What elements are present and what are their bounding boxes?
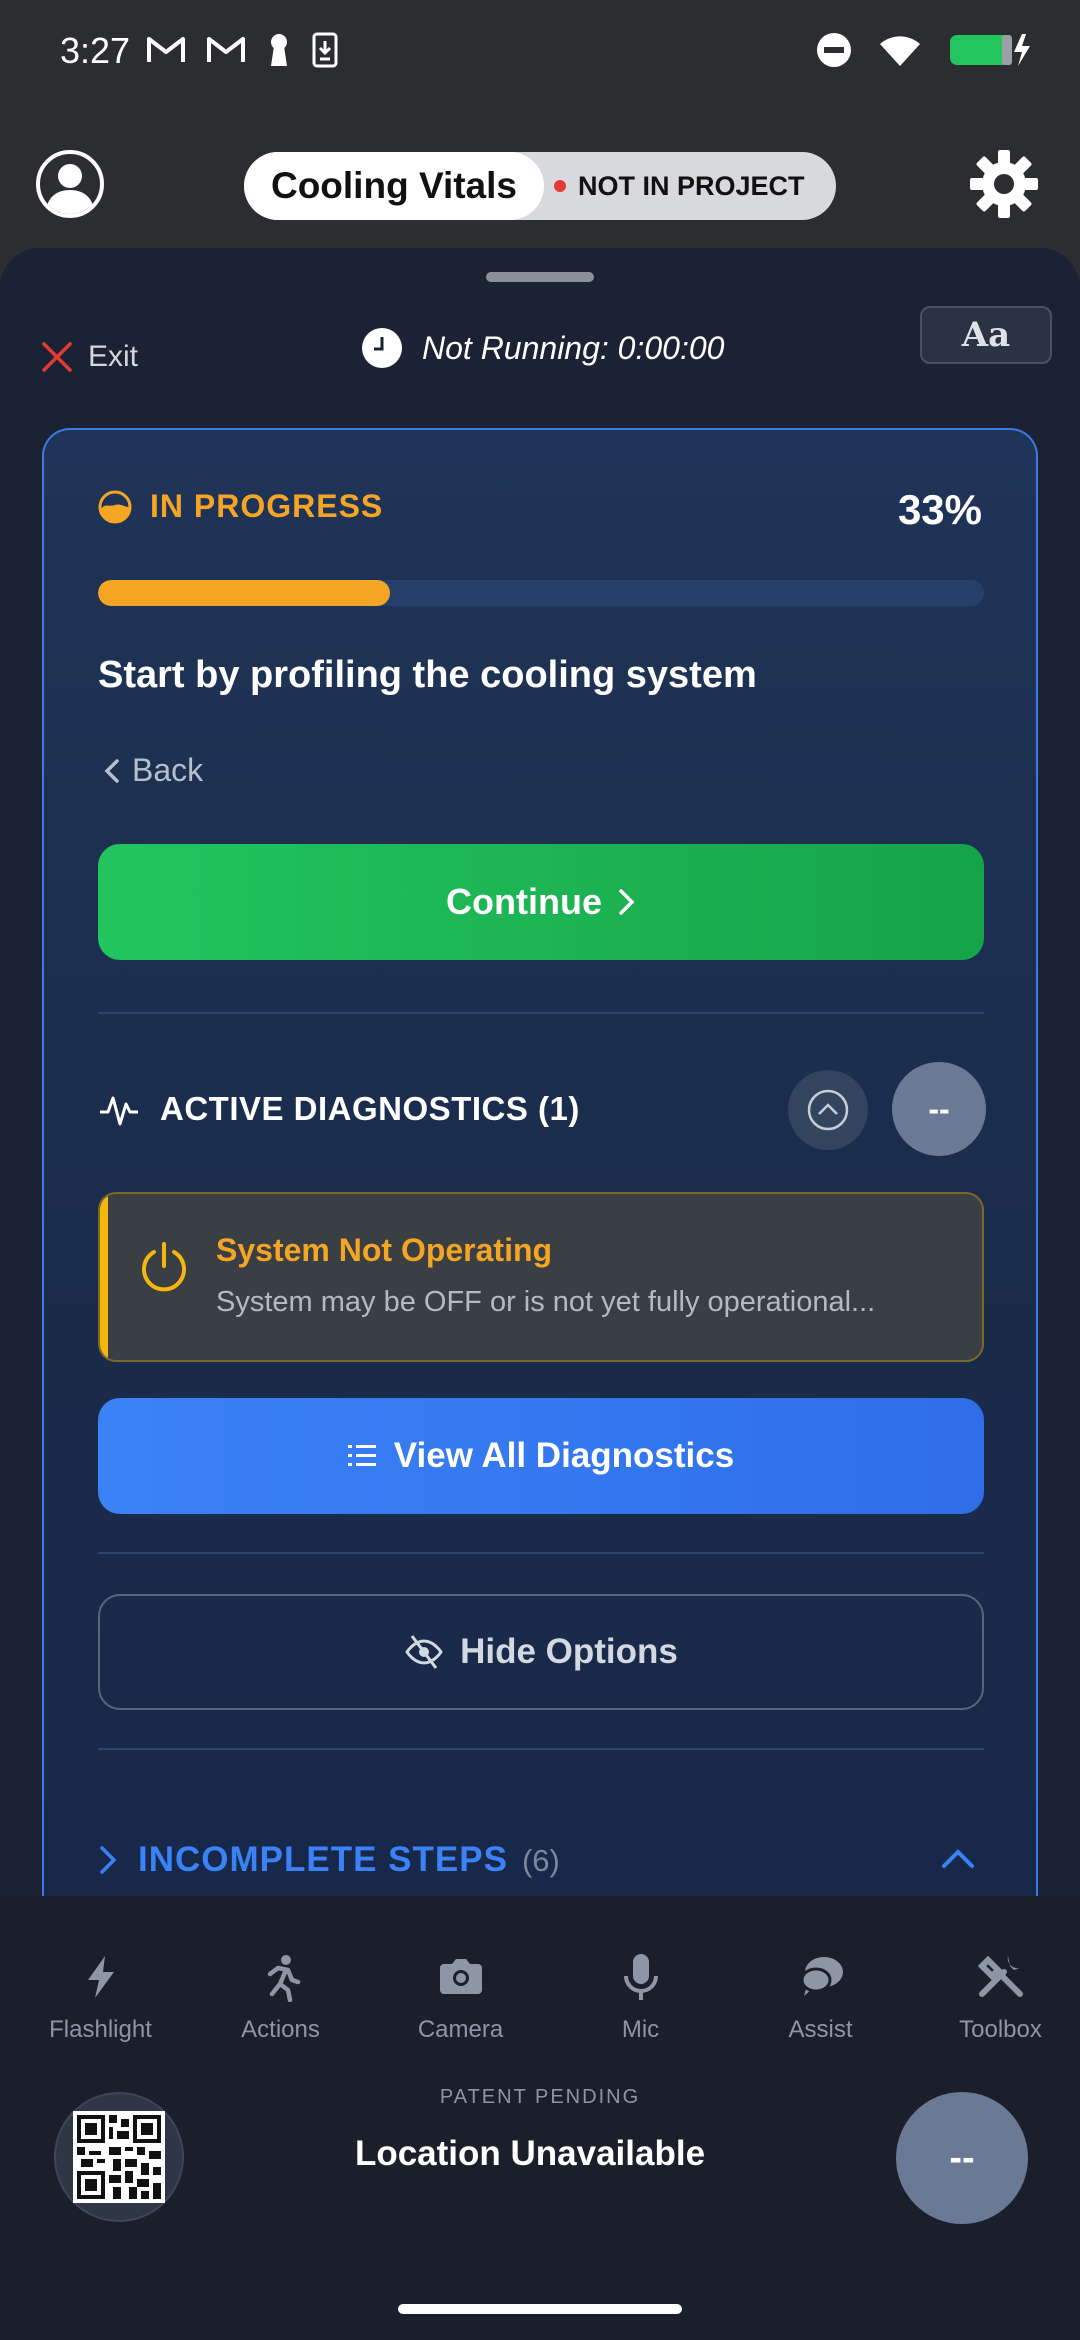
bottom-toolbar: Flashlight Actions Camera Mic Assist Too… — [0, 1896, 1080, 2340]
status-bar: 3:27 — [0, 0, 1080, 108]
camera-icon — [439, 1959, 482, 1994]
close-icon — [42, 342, 72, 372]
tab-camera[interactable]: Camera — [381, 1952, 540, 2044]
home-indicator[interactable] — [398, 2304, 682, 2314]
notification-icons — [146, 32, 338, 68]
project-status-label: NOT IN PROJECT — [578, 170, 805, 201]
view-all-label: View All Diagnostics — [393, 1436, 735, 1475]
timer-text: Not Running: 0:00:00 — [422, 329, 725, 366]
tab-flashlight[interactable]: Flashlight — [21, 1952, 180, 2044]
workflow-card: IN PROGRESS 33% Start by profiling the c… — [42, 428, 1038, 1928]
tab-label: Mic — [621, 2016, 660, 2043]
app-header: Cooling Vitals NOT IN PROJECT — [0, 108, 1080, 268]
tab-toolbox[interactable]: Toolbox — [921, 1952, 1080, 2044]
eye-off-icon — [405, 1635, 443, 1669]
incomplete-steps-row[interactable]: INCOMPLETE STEPS (6) — [98, 1830, 984, 1890]
view-all-diagnostics-button[interactable]: View All Diagnostics — [98, 1398, 984, 1514]
tab-assist[interactable]: Assist — [741, 1952, 900, 2044]
status-label: IN PROGRESS — [150, 488, 384, 524]
divider — [98, 1748, 984, 1750]
chevron-left-icon — [104, 758, 119, 783]
divider — [98, 1012, 984, 1014]
exit-button[interactable]: Exit — [40, 340, 138, 374]
wifi-icon — [880, 36, 920, 66]
progress-bar — [98, 580, 984, 606]
tab-label: Camera — [417, 2016, 504, 2043]
pulse-icon — [100, 1096, 138, 1126]
back-label: Back — [132, 752, 204, 788]
status-dot-icon — [554, 180, 566, 192]
chevron-up-icon[interactable] — [940, 1846, 976, 1870]
collapse-diagnostics-button[interactable] — [788, 1070, 868, 1150]
patent-text: PATENT PENDING — [439, 2086, 641, 2108]
flashlight-icon — [87, 1956, 114, 1998]
progress-gauge-icon — [98, 490, 132, 523]
divider — [98, 1552, 984, 1554]
system-icons — [816, 32, 1032, 68]
run-timer: Not Running: 0:00:00 — [362, 328, 724, 368]
alert-text: System may be OFF or is not yet fully op… — [216, 1286, 876, 1318]
running-person-icon — [267, 1955, 300, 2002]
sheet-grabber[interactable] — [486, 272, 594, 282]
progress-percent: 33% — [897, 486, 982, 533]
chat-bubble-icon — [800, 1957, 843, 1996]
font-size-button[interactable]: Aa — [920, 306, 1052, 364]
project-status[interactable]: NOT IN PROJECT — [554, 152, 805, 220]
diagnostics-badge[interactable]: -- — [892, 1062, 986, 1156]
alert-accent-bar — [100, 1194, 108, 1360]
diagnostic-alert[interactable]: System Not Operating System may be OFF o… — [98, 1192, 984, 1362]
status-time: 3:27 — [60, 30, 131, 71]
tools-icon — [977, 1955, 1023, 1997]
chevron-right-icon — [619, 889, 635, 915]
tab-label: Flashlight — [49, 2016, 152, 2043]
back-button[interactable]: Back — [102, 752, 203, 789]
progress-bar-fill — [98, 580, 391, 606]
keyhole-icon — [271, 34, 287, 66]
tab-label: Toolbox — [959, 2016, 1042, 2043]
tab-label: Assist — [788, 2016, 853, 2043]
incomplete-count: (6) — [521, 1843, 560, 1878]
diagnostics-label: ACTIVE DIAGNOSTICS (1) — [160, 1090, 580, 1127]
hide-options-label: Hide Options — [460, 1632, 678, 1671]
battery-charging-icon — [950, 34, 1030, 66]
phone-download-icon — [312, 32, 338, 68]
diagnostics-header: ACTIVE DIAGNOSTICS (1) -- — [98, 1062, 986, 1156]
incomplete-label-text: INCOMPLETE STEPS — [138, 1840, 508, 1879]
incomplete-steps-label: INCOMPLETE STEPS (6) — [138, 1840, 560, 1880]
profile-avatar[interactable] — [36, 150, 104, 218]
alert-title: System Not Operating — [216, 1232, 553, 1268]
tool-tabs: Flashlight Actions Camera Mic Assist Too… — [0, 1952, 1080, 2044]
power-icon — [142, 1242, 186, 1292]
user-icon — [46, 164, 94, 214]
app-title: Cooling Vitals — [244, 152, 544, 220]
chevron-up-circle-icon — [807, 1089, 849, 1131]
tab-mic[interactable]: Mic — [561, 1952, 720, 2044]
tab-label: Actions — [241, 2016, 320, 2043]
hide-options-button[interactable]: Hide Options — [98, 1594, 984, 1710]
title-pill[interactable]: Cooling Vitals NOT IN PROJECT — [244, 152, 836, 220]
gear-icon[interactable] — [968, 148, 1040, 220]
exit-label: Exit — [88, 340, 139, 373]
continue-button[interactable]: Continue — [98, 844, 984, 960]
status-badge[interactable]: -- — [896, 2092, 1028, 2224]
clock-icon — [362, 328, 402, 368]
step-title: Start by profiling the cooling system — [98, 654, 757, 696]
gmail-icon — [207, 37, 245, 62]
chevron-right-icon — [100, 1846, 117, 1874]
gmail-icon — [147, 37, 185, 62]
tab-actions[interactable]: Actions — [201, 1952, 360, 2044]
status-row: IN PROGRESS — [98, 488, 383, 525]
microphone-icon — [623, 1954, 658, 2000]
continue-label: Continue — [446, 881, 602, 922]
list-icon — [347, 1445, 376, 1466]
do-not-disturb-icon — [817, 33, 851, 67]
